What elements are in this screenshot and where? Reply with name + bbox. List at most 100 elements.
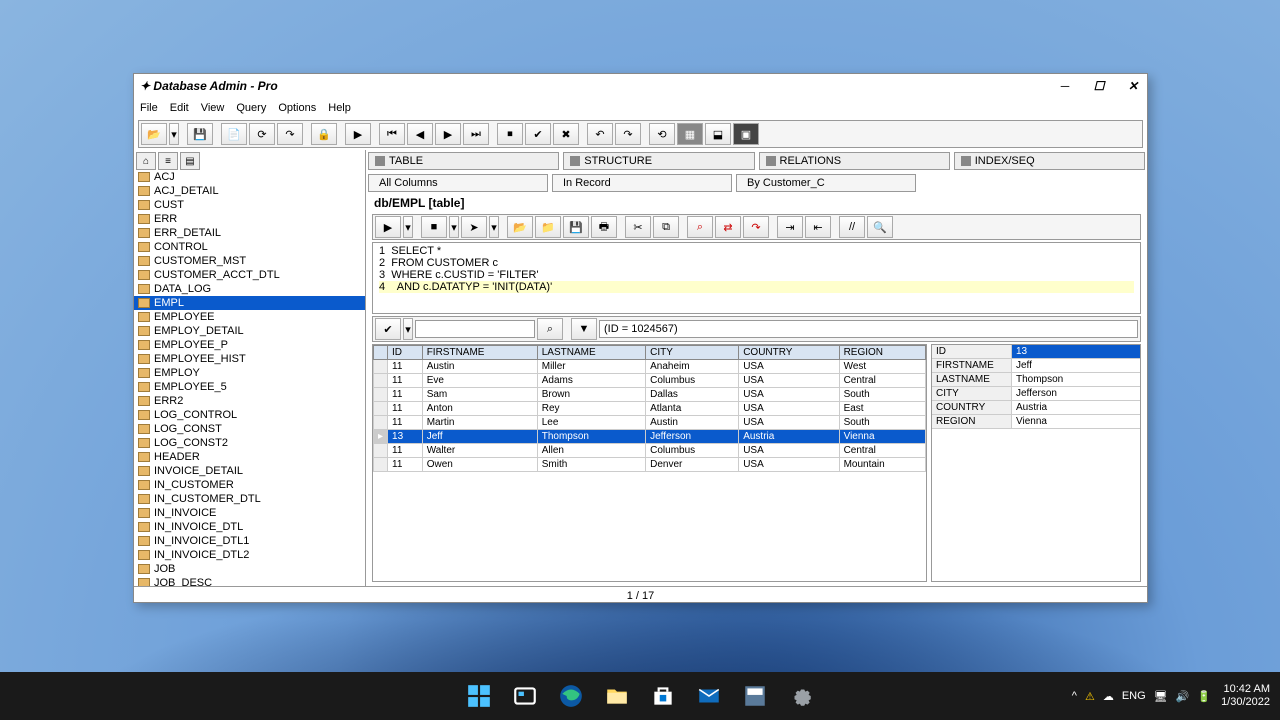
grid-cell[interactable]: USA [739,388,839,402]
detail-value[interactable]: Austria [1012,401,1140,414]
tray-volume-icon[interactable]: 🔊 [1176,690,1190,703]
sql-outdent-button[interactable]: ⇤ [805,216,831,238]
detail-row[interactable]: LASTNAMEThompson [932,373,1140,387]
grid-filter-button[interactable]: ▼ [571,318,597,340]
sidebar-item[interactable]: JOB [134,562,365,576]
tray-overflow-icon[interactable]: ^ [1072,690,1077,702]
grid-cell[interactable]: Austin [646,416,739,430]
menu-options[interactable]: Options [278,102,316,114]
grid-cell[interactable]: 11 [388,416,423,430]
rollback-button[interactable]: ✖ [553,123,579,145]
sql-print-button[interactable]: 🖶 [591,216,617,238]
sidebar-item[interactable]: CUST [134,198,365,212]
grid-cell[interactable]: Jeff [422,430,537,444]
grid-cell[interactable]: 11 [388,402,423,416]
sql-run-button[interactable]: ▶ [375,216,401,238]
tab-table[interactable]: TABLE [368,152,559,170]
table-row[interactable]: 11MartinLeeAustinUSASouth [374,416,926,430]
grid-cell[interactable]: 13 [388,430,423,444]
open-dropdown[interactable]: ▾ [169,123,179,145]
subtab-bycust[interactable]: By Customer_C [736,174,916,192]
detail-row[interactable]: FIRSTNAMEJeff [932,359,1140,373]
tray-warning-icon[interactable]: ⚠ [1085,690,1095,703]
undo-button[interactable]: ↶ [587,123,613,145]
table-row[interactable]: 11AntonReyAtlantaUSAEast [374,402,926,416]
table-row[interactable]: 11SamBrownDallasUSASouth [374,388,926,402]
grid-cell[interactable]: Eve [422,374,537,388]
detail-value[interactable]: Thompson [1012,373,1140,386]
grid-cell[interactable]: 11 [388,458,423,472]
settings-icon[interactable] [781,676,821,716]
commit-button[interactable]: ✔ [525,123,551,145]
grid-cell[interactable]: USA [739,458,839,472]
grid-cell[interactable]: 11 [388,374,423,388]
sidebar-item[interactable]: ACJ [134,170,365,184]
grid-cell[interactable]: Lee [537,416,645,430]
tab-relations[interactable]: RELATIONS [759,152,950,170]
grid-cell[interactable]: Columbus [646,444,739,458]
grid-cell[interactable]: Central [839,374,925,388]
grid-cell[interactable]: Jefferson [646,430,739,444]
grid-cell[interactable]: Rey [537,402,645,416]
grid-cell[interactable]: Austria [739,430,839,444]
grid-cell[interactable]: USA [739,360,839,374]
run-button[interactable]: ▶ [345,123,371,145]
sidebar-item[interactable]: IN_INVOICE [134,506,365,520]
subtab-record[interactable]: In Record [552,174,732,192]
stop-button[interactable]: ⏹ [497,123,523,145]
sidebar-item[interactable]: ACJ_DETAIL [134,184,365,198]
grid-cell[interactable]: Anaheim [646,360,739,374]
grid-cell[interactable]: Anton [422,402,537,416]
sql-stop-dropdown[interactable]: ▾ [449,216,459,238]
sidebar-tab-tree[interactable]: ⌂ [136,152,156,170]
sql-replace-button[interactable]: ⇄ [715,216,741,238]
sidebar-item[interactable]: CUSTOMER_MST [134,254,365,268]
sidebar-item[interactable]: LOG_CONTROL [134,408,365,422]
grid-go-button[interactable]: ⌕ [537,318,563,340]
sidebar-item[interactable]: ERR_DETAIL [134,226,365,240]
sidebar-item[interactable]: IN_INVOICE_DTL [134,520,365,534]
grid-cell[interactable]: Central [839,444,925,458]
start-button[interactable] [459,676,499,716]
save-button[interactable]: 💾 [187,123,213,145]
sidebar-item[interactable]: CUSTOMER_ACCT_DTL [134,268,365,282]
sql-next-button[interactable]: ↷ [743,216,769,238]
sidebar-item[interactable]: INVOICE_DETAIL [134,464,365,478]
table-row[interactable]: 11WalterAllenColumbusUSACentral [374,444,926,458]
grid-cell[interactable]: Columbus [646,374,739,388]
sql-step-button[interactable]: ➤ [461,216,487,238]
menu-file[interactable]: File [140,102,158,114]
split-button[interactable]: ⬓ [705,123,731,145]
sidebar-item[interactable]: ERR [134,212,365,226]
next-button[interactable]: ▶ [435,123,461,145]
grid-header[interactable]: ID [388,346,423,360]
grid-cell[interactable]: Miller [537,360,645,374]
grid-cell[interactable]: West [839,360,925,374]
grid-header[interactable]: REGION [839,346,925,360]
grid-cell[interactable]: Walter [422,444,537,458]
sidebar-item[interactable]: EMPLOY [134,366,365,380]
grid-cell[interactable]: USA [739,374,839,388]
detail-value[interactable]: Vienna [1012,415,1140,428]
sidebar-item[interactable]: IN_INVOICE_DTL1 [134,534,365,548]
grid-cell[interactable]: USA [739,416,839,430]
sql-copy-button[interactable]: ⧉ [653,216,679,238]
grid-cell[interactable]: Thompson [537,430,645,444]
grid-cell[interactable]: Atlanta [646,402,739,416]
app-taskbar-icon[interactable] [735,676,775,716]
sql-save-button[interactable]: 💾 [563,216,589,238]
sidebar-item[interactable]: IN_INVOICE_DTL2 [134,548,365,562]
new-button[interactable]: 📄 [221,123,247,145]
close-button[interactable]: ✕ [1125,78,1141,94]
sidebar-tab-list[interactable]: ≡ [158,152,178,170]
sql-run-dropdown[interactable]: ▾ [403,216,413,238]
sidebar-item[interactable]: CONTROL [134,240,365,254]
grid-cell[interactable]: Vienna [839,430,925,444]
grid-cell[interactable]: Dallas [646,388,739,402]
sql-open-button[interactable]: 📂 [507,216,533,238]
detail-row[interactable]: COUNTRYAustria [932,401,1140,415]
table-row[interactable]: ▸13JeffThompsonJeffersonAustriaVienna [374,430,926,444]
grid-cell[interactable]: Mountain [839,458,925,472]
grid-commit-dropdown[interactable]: ▾ [403,318,413,340]
sidebar-item[interactable]: LOG_CONST [134,422,365,436]
